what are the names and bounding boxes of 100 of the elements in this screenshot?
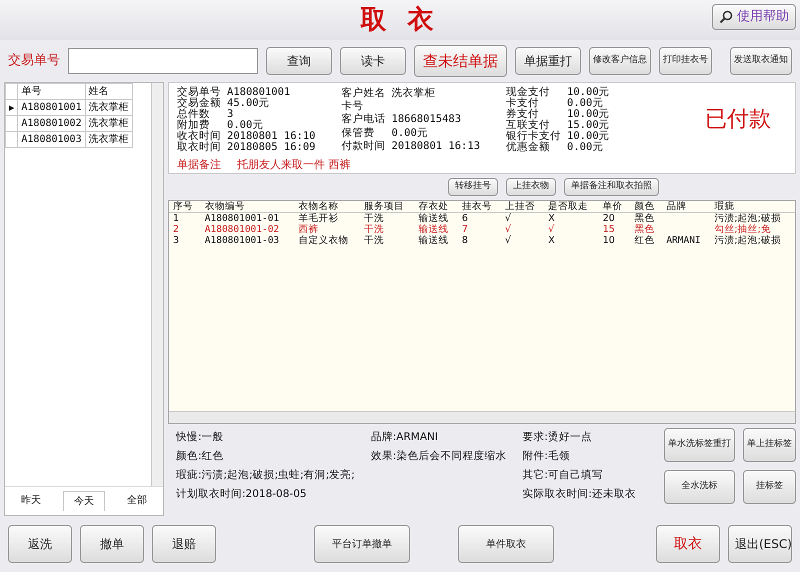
toolbar-button[interactable]: 读卡 <box>340 47 406 75</box>
item-row[interactable]: 2 A180801001-02 西裤 干洗 输送线 7 √ √ 15 黑色 勾丝;抽丝;免 <box>169 224 795 235</box>
table-cell-text: 干洗 <box>363 235 386 246</box>
toolbar-button[interactable]: 打印挂衣号 <box>659 47 712 75</box>
toolbar-button[interactable]: 单据重打 <box>515 47 581 75</box>
field-value: A180801001 <box>227 87 292 98</box>
table-cell-text: 15 <box>602 224 616 235</box>
field-label: 付款时间 <box>342 140 387 153</box>
toolbar-button[interactable]: 发送取衣通知 <box>730 47 792 75</box>
column-header: 姓名 <box>85 84 132 100</box>
table-cell-text: 黑色 <box>634 224 656 235</box>
column-header: 单价 <box>598 201 631 212</box>
action-button[interactable]: 平台订单撤单 <box>314 525 410 563</box>
filter-tab[interactable]: 今天 <box>63 491 105 511</box>
table-cell-text: 10 <box>602 235 616 246</box>
column-header: 上挂否 <box>501 201 544 212</box>
table-cell-text: 污渍;起泡;破损 <box>713 235 782 246</box>
toolbar-button[interactable]: 修改客户信息 <box>589 47 651 75</box>
toolbar-button[interactable]: 查询 <box>266 47 332 75</box>
column-header: 瑕疵 <box>710 201 795 212</box>
field-value: 10.00元 <box>567 109 611 120</box>
row-header-cell[interactable] <box>6 132 18 148</box>
search-icon <box>719 10 733 24</box>
payment-status: 已付款 <box>705 107 771 132</box>
detail-text: 要求:烫好一点 <box>522 430 593 445</box>
detail-text: 快慢:一般 <box>176 430 225 445</box>
field-value: 0.00元 <box>392 126 429 140</box>
note-label: 单据备注 <box>177 157 221 173</box>
order-number-field[interactable] <box>68 48 258 74</box>
item-row[interactable]: 1 A180801001-01 羊毛开衫 干洗 输送线 6 √ X 20 黑色 污渍;起泡;破损 <box>169 212 795 224</box>
table-cell-text: 3 <box>172 235 180 246</box>
label-print-button[interactable]: 全水洗标 <box>664 470 735 504</box>
detail-text: 其它:可自己填写 <box>522 468 604 483</box>
detail-text: 瑕疵:污渍;起泡;破损;虫蛀;有洞;发亮; <box>176 468 355 483</box>
field-label: 互联支付 <box>506 120 568 131</box>
action-button[interactable]: 撤单 <box>80 525 144 563</box>
table-cell: A180801001 <box>18 100 86 116</box>
action-button[interactable]: 返洗 <box>8 525 72 563</box>
field-label: 总件数 <box>177 109 211 120</box>
field-label: 取衣时间 <box>177 142 222 153</box>
table-cell: √ <box>501 212 544 224</box>
detail-text: 品牌:ARMANI <box>370 430 439 445</box>
field-label: 客户电话 <box>342 113 387 127</box>
detail-text: 效果:染色后会不同程度缩水 <box>370 449 506 464</box>
scrollbar[interactable] <box>169 411 795 423</box>
field-value: 3 <box>227 109 322 120</box>
item-action-button[interactable]: 上挂衣物 <box>506 178 556 196</box>
table-cell: 洗衣掌柜 <box>85 132 132 148</box>
item-action-button[interactable]: 转移挂号 <box>448 178 498 196</box>
action-button[interactable]: 退出(ESC) <box>728 525 792 563</box>
table-cell: 黑色 <box>630 212 662 224</box>
detail-text: 实际取衣时间:还未取衣 <box>522 487 636 502</box>
column-header: 衣物编号 <box>200 201 294 212</box>
label-print-button[interactable]: 挂标签 <box>743 470 796 504</box>
table-cell: A180801002 <box>18 116 86 132</box>
table-cell-text: √ <box>504 224 512 235</box>
table-cell: X <box>544 212 599 224</box>
item-action-button[interactable]: 单据备注和取衣拍照 <box>564 178 659 196</box>
scrollbar[interactable] <box>151 83 163 486</box>
table-cell: 干洗 <box>360 212 415 224</box>
field-value: 0.00元 <box>227 120 322 131</box>
field-label: 现金支付 <box>506 87 552 98</box>
column-header: 序号 <box>169 201 201 212</box>
field-label: 优惠金额 <box>506 142 552 153</box>
table-cell-text: 输送线 <box>418 224 450 235</box>
action-button[interactable]: 退赔 <box>152 525 216 563</box>
window-title: 取 衣 <box>360 4 440 36</box>
field-label: 附加费 <box>177 120 227 131</box>
field-label: 客户姓名 <box>342 87 392 100</box>
field-label: 券支付 <box>506 109 568 120</box>
label-print-button[interactable]: 单水洗标签重打 <box>664 428 735 462</box>
field-value: 10.00元 <box>567 87 611 98</box>
filter-tab[interactable]: 全部 <box>117 491 157 511</box>
action-button[interactable]: 单件取衣 <box>458 525 554 563</box>
field-value: 洗衣掌柜 <box>392 87 437 100</box>
label-print-button[interactable]: 单上挂标签 <box>743 428 796 462</box>
help-button[interactable]: 使用帮助 <box>712 4 796 30</box>
item-row[interactable]: 3 A180801001-03 自定义衣物 干洗 输送线 8 √ X 10 红色 ARMANI 污渍;起泡;破损 <box>169 235 795 246</box>
table-cell-text: ARMANI <box>665 235 702 246</box>
table-cell-text: 7 <box>460 224 469 235</box>
toolbar-button[interactable]: 查未结单据 <box>414 45 507 77</box>
filter-tab[interactable]: 昨天 <box>11 491 51 511</box>
field-label: 卡号 <box>342 100 392 114</box>
column-header: 单号 <box>18 84 86 100</box>
detail-text: 计划取衣时间:2018-08-05 <box>176 487 308 502</box>
row-header-cell[interactable] <box>6 116 18 132</box>
table-cell-text: 2 <box>172 224 180 235</box>
table-cell-text: √ <box>547 224 556 235</box>
field-value: 18668015483 <box>392 113 462 127</box>
field-label: 银行卡支付 <box>506 131 562 142</box>
column-header: 衣物名称 <box>294 201 360 212</box>
action-button[interactable]: 取衣 <box>656 525 720 563</box>
table-cell: 1 <box>169 212 201 224</box>
table-cell: A180801001-01 <box>200 212 294 224</box>
table-cell-text: √ <box>504 235 512 246</box>
field-label: 交易单号 <box>177 87 227 98</box>
table-cell-text: 输送线 <box>418 235 450 246</box>
column-header: 存衣处 <box>414 201 458 212</box>
table-cell: 羊毛开衫 <box>294 212 360 224</box>
field-label: 交易金额 <box>177 98 222 109</box>
